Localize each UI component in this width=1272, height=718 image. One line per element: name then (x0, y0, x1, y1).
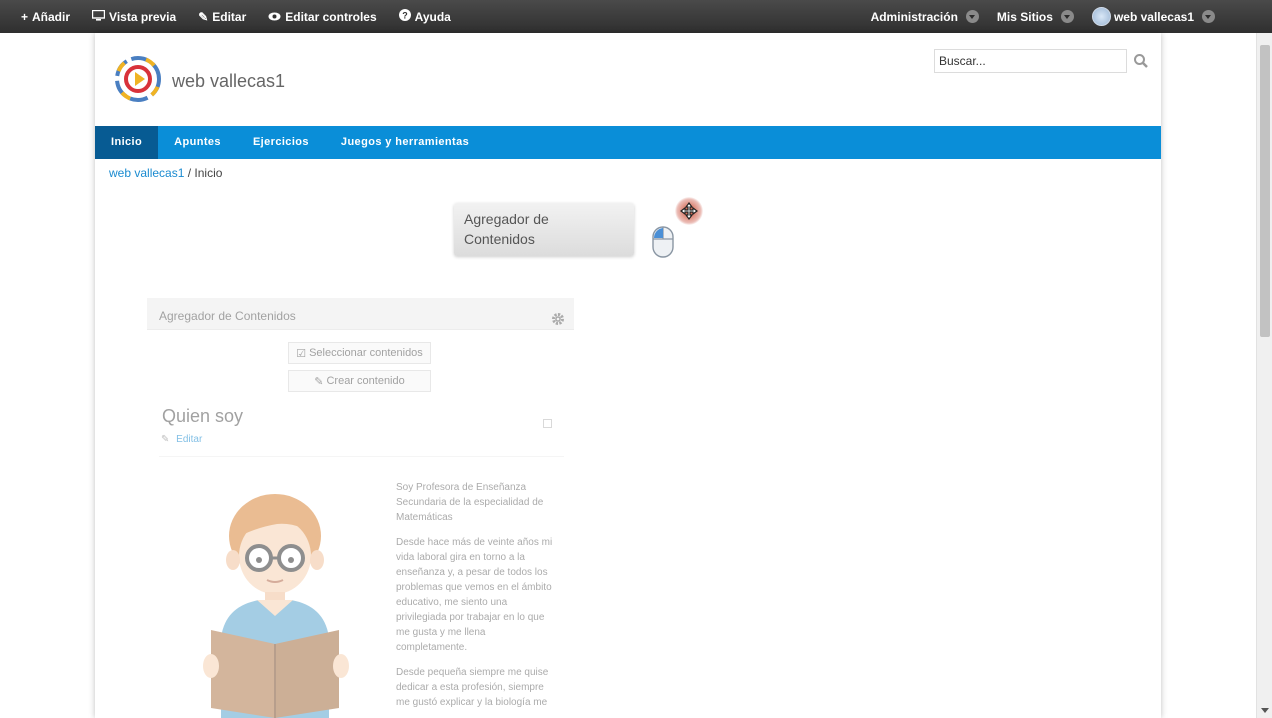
drag-tile-line-1: Agregador de (464, 211, 549, 227)
select-content-button[interactable]: ☑ Seleccionar contenidos (288, 342, 431, 364)
edit-controls-button[interactable]: Editar controles (257, 0, 387, 33)
admin-menu[interactable]: Administración (862, 0, 988, 33)
page-container: web vallecas1 Inicio Apuntes Ejercicios … (95, 33, 1161, 718)
boy-reading-illustration (203, 494, 349, 718)
preview-label: Vista previa (109, 9, 177, 24)
nav-item-juegos[interactable]: Juegos y herramientas (325, 126, 485, 159)
portlet-title: Agregador de Contenidos (159, 309, 296, 323)
chevron-down-icon (1060, 10, 1074, 23)
main-navigation: Inicio Apuntes Ejercicios Juegos y herra… (95, 126, 1161, 159)
preview-button[interactable]: Vista previa (81, 0, 187, 33)
site-logo[interactable] (113, 55, 163, 103)
breadcrumb: web vallecas1 / Inicio (109, 166, 222, 180)
divider (159, 456, 564, 457)
create-content-button[interactable]: ✎ Crear contenido (288, 370, 431, 392)
my-sites-label: Mis Sitios (996, 9, 1053, 24)
site-title[interactable]: web vallecas1 (172, 71, 285, 92)
user-menu[interactable]: web vallecas1 (1083, 0, 1224, 33)
create-content-label: Crear contenido (326, 375, 405, 387)
nav-item-apuntes[interactable]: Apuntes (158, 126, 237, 159)
monitor-icon (91, 9, 106, 24)
eye-icon (268, 10, 281, 24)
breadcrumb-separator: / (184, 166, 195, 180)
asset-publisher-portlet[interactable]: Agregador de Contenidos ☑ Seleccionar co… (147, 298, 574, 718)
article-options-icon[interactable] (543, 419, 552, 428)
drag-tile-line-2: Contenidos (464, 231, 535, 247)
chevron-down-icon (1202, 10, 1215, 23)
dragged-application-tile[interactable]: Agregador de Contenidos (454, 203, 634, 256)
gear-icon[interactable] (551, 312, 565, 326)
edit-article-label: Editar (176, 434, 203, 445)
vertical-scrollbar[interactable] (1256, 33, 1272, 718)
scrollbar-thumb[interactable] (1260, 45, 1270, 337)
my-sites-menu[interactable]: Mis Sitios (988, 0, 1083, 33)
bio-paragraph-3: Desde pequeña siempre me quise dedicar a… (396, 667, 549, 708)
dockbar-left: + Añadir Vista previa ✎ Editar Editar co… (10, 0, 462, 33)
dockbar-right: Administración Mis Sitios web vallecas1 (862, 0, 1224, 33)
portlet-header: Agregador de Contenidos (147, 298, 574, 330)
mouse-click-icon (652, 226, 674, 258)
checkbox-icon: ☑ (296, 347, 307, 360)
move-cursor-icon (675, 197, 703, 225)
chevron-down-icon (965, 10, 979, 23)
user-label: web vallecas1 (1113, 9, 1194, 24)
dockbar: + Añadir Vista previa ✎ Editar Editar co… (0, 0, 1272, 33)
bio-paragraph-2: Desde hace más de veinte años mi vida la… (396, 537, 553, 653)
edit-button[interactable]: ✎ Editar (187, 0, 257, 33)
edit-controls-label: Editar controles (285, 9, 377, 24)
help-button[interactable]: ? Ayuda (388, 0, 462, 33)
pencil-icon: ✎ (314, 375, 324, 388)
bio-paragraph-1: Soy Profesora de Enseñanza Secundaria de… (396, 482, 544, 523)
help-icon: ? (398, 9, 411, 24)
scroll-down-arrow-icon[interactable] (1261, 708, 1269, 713)
help-label: Ayuda (414, 9, 451, 24)
plus-icon: + (21, 9, 29, 24)
edit-icon: ✎ (161, 434, 170, 445)
avatar (1091, 7, 1111, 26)
admin-label: Administración (870, 9, 958, 24)
add-label: Añadir (32, 9, 71, 24)
svg-text:?: ? (402, 11, 408, 21)
breadcrumb-current: Inicio (194, 166, 223, 180)
search-icon[interactable] (1133, 53, 1149, 69)
add-button[interactable]: + Añadir (10, 0, 81, 33)
breadcrumb-root-link[interactable]: web vallecas1 (109, 166, 184, 180)
nav-item-inicio[interactable]: Inicio (95, 126, 159, 159)
article-title: Quien soy (162, 406, 244, 426)
article-body: Soy Profesora de Enseñanza Secundaria de… (396, 480, 558, 718)
search-input[interactable] (934, 49, 1127, 73)
nav-item-ejercicios[interactable]: Ejercicios (237, 126, 325, 159)
edit-icon: ✎ (198, 9, 209, 24)
select-content-label: Seleccionar contenidos (309, 347, 423, 359)
edit-label: Editar (212, 9, 247, 24)
edit-article-link[interactable]: ✎ Editar (161, 434, 202, 445)
